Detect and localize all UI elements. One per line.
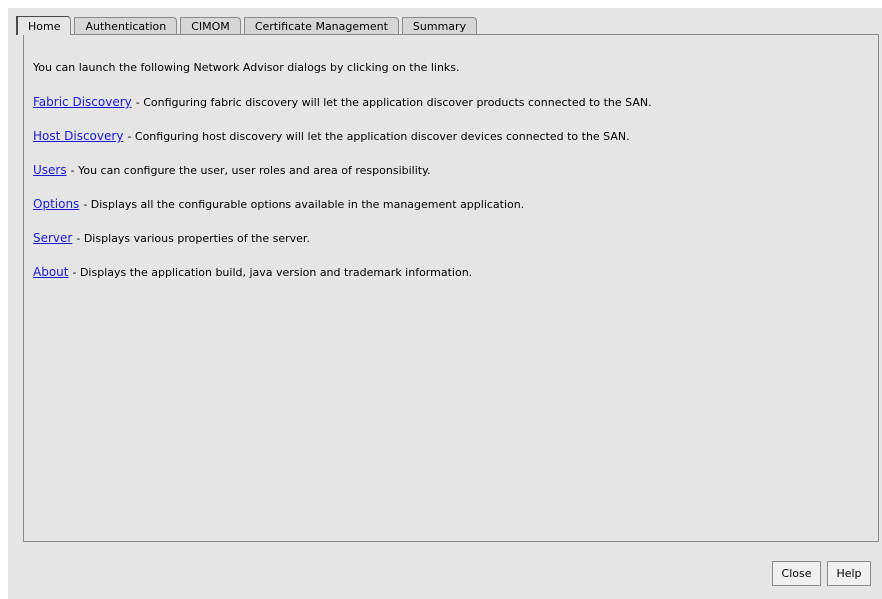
users-link[interactable]: Users [33,163,67,177]
server-description: - Displays various properties of the ser… [76,232,310,245]
link-row-host-discovery: Host Discovery - Configuring host discove… [33,129,630,143]
tab-certificate-management[interactable]: Certificate Management [243,17,399,35]
fabric-discovery-description: - Configuring fabric discovery will let … [135,96,652,109]
link-row-options: Options - Displays all the configurable o… [33,197,524,211]
tab-bar: Home Authentication CIMOM Certificate Ma… [16,16,480,35]
intro-text: You can launch the following Network Adv… [33,61,460,74]
fabric-discovery-link[interactable]: Fabric Discovery [33,95,132,109]
tab-cimom[interactable]: CIMOM [180,17,241,35]
link-row-users: Users - You can configure the user, user … [33,163,431,177]
link-row-server: Server - Displays various properties of t… [33,231,310,245]
tab-home[interactable]: Home [16,16,72,35]
close-button[interactable]: Close [772,561,821,586]
tab-authentication[interactable]: Authentication [74,17,178,35]
link-row-fabric-discovery: Fabric Discovery - Configuring fabric dis… [33,95,652,109]
server-link[interactable]: Server [33,231,72,245]
host-discovery-description: - Configuring host discovery will let th… [127,130,630,143]
link-row-about: About - Displays the application build, j… [33,265,472,279]
home-panel: You can launch the following Network Adv… [23,34,879,542]
options-description: - Displays all the configurable options … [83,198,525,211]
host-discovery-link[interactable]: Host Discovery [33,129,123,143]
users-description: - You can configure the user, user roles… [70,164,431,177]
about-link[interactable]: About [33,265,68,279]
options-link[interactable]: Options [33,197,79,211]
help-button[interactable]: Help [827,561,871,586]
about-description: - Displays the application build, java v… [72,266,473,279]
tab-summary[interactable]: Summary [401,17,478,35]
